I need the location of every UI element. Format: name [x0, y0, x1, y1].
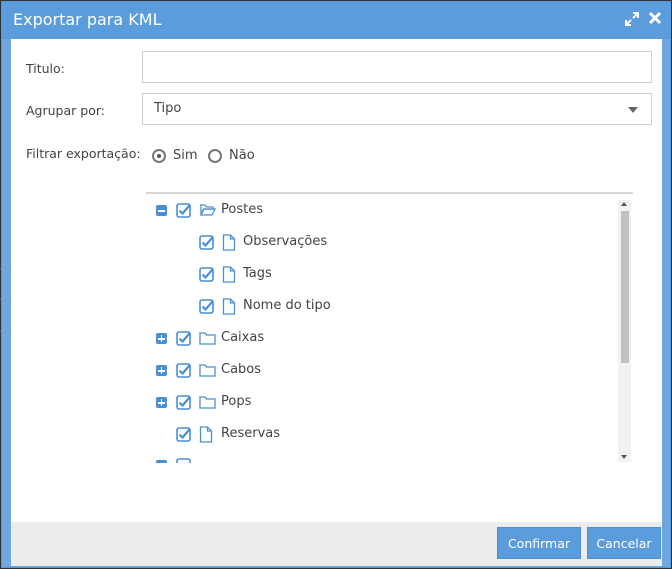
scroll-up-icon[interactable]	[621, 202, 627, 206]
expand-tree-icon[interactable]	[156, 365, 167, 376]
tree-node-observacoes[interactable]: Observações	[146, 232, 626, 252]
tree-scrollbar[interactable]	[618, 200, 631, 462]
checkbox-checked-icon[interactable]	[199, 299, 214, 314]
agrupar-select[interactable]: Tipo	[142, 93, 652, 125]
filtrar-label: Filtrar exportação:	[26, 146, 141, 161]
titulo-input[interactable]	[142, 51, 652, 83]
checkbox-checked-icon[interactable]	[199, 267, 214, 282]
close-icon[interactable]	[646, 11, 664, 29]
radio-sim-label: Sim	[173, 148, 198, 163]
tree-node-reservas[interactable]: Reservas	[146, 424, 626, 444]
tree-node-nome-do-tipo[interactable]: Nome do tipo	[146, 296, 626, 316]
expand-tree-icon[interactable]	[156, 333, 167, 344]
dialog-footer: Confirmar Cancelar	[11, 522, 662, 566]
export-tree: Postes Observações Tags Nome do tipo Cai…	[146, 192, 633, 463]
cancel-button[interactable]: Cancelar	[587, 527, 661, 559]
collapse-icon[interactable]	[156, 205, 167, 216]
agrupar-label: Agrupar por:	[26, 103, 105, 118]
tree-node-partial[interactable]	[146, 458, 626, 463]
confirm-button[interactable]: Confirmar	[497, 527, 581, 559]
tree-node-label: Tags	[243, 266, 272, 281]
tree-node-label: Postes	[221, 202, 263, 217]
titulo-label: Titulo:	[26, 61, 65, 76]
tree-node-label: Cabos	[221, 362, 262, 377]
tree-node-label: Nome do tipo	[243, 298, 331, 313]
expand-icon[interactable]	[623, 11, 641, 29]
export-kml-dialog: Exportar para KML Titulo: Agrupar por: T…	[1, 1, 671, 568]
tree-node-caixas[interactable]: Caixas	[146, 328, 626, 348]
file-icon	[222, 234, 238, 251]
folder-icon	[199, 362, 216, 378]
tree-node-label: Observações	[243, 234, 328, 249]
tree-node-pops[interactable]: Pops	[146, 392, 626, 412]
folder-icon	[199, 330, 216, 346]
checkbox-checked-icon[interactable]	[176, 427, 191, 442]
tree-node-label: Reservas	[221, 426, 280, 441]
file-icon	[222, 298, 238, 315]
radio-sim-indicator[interactable]	[152, 148, 166, 163]
file-icon	[222, 266, 238, 283]
radio-sim[interactable]: Sim	[152, 148, 198, 163]
radio-nao-label: Não	[229, 148, 255, 163]
checkbox-checked-icon[interactable]	[176, 395, 191, 410]
radio-nao[interactable]: Não	[208, 148, 255, 163]
file-icon	[199, 426, 215, 443]
checkbox-checked-icon[interactable]	[176, 458, 191, 463]
expand-tree-icon[interactable]	[156, 397, 167, 408]
checkbox-checked-icon[interactable]	[176, 331, 191, 346]
tree-node-postes[interactable]: Postes	[146, 200, 626, 220]
collapse-icon[interactable]	[156, 460, 167, 463]
tree-node-cabos[interactable]: Cabos	[146, 360, 626, 380]
agrupar-value: Tipo	[154, 101, 182, 116]
folder-icon	[199, 394, 216, 410]
checkbox-checked-icon[interactable]	[199, 235, 214, 250]
tree-node-tags[interactable]: Tags	[146, 264, 626, 284]
tree-node-label: Pops	[221, 394, 252, 409]
dialog-body: Titulo: Agrupar por: Tipo Filtrar export…	[11, 39, 662, 522]
checkbox-checked-icon[interactable]	[176, 203, 191, 218]
tree-node-label: Caixas	[221, 330, 265, 345]
scroll-thumb[interactable]	[621, 211, 629, 363]
chevron-down-icon	[628, 107, 638, 113]
dialog-title: Exportar para KML	[13, 10, 162, 29]
folder-open-icon	[199, 202, 217, 218]
dialog-titlebar: Exportar para KML	[2, 2, 670, 39]
scroll-down-icon[interactable]	[621, 455, 627, 459]
radio-nao-indicator[interactable]	[208, 148, 222, 163]
checkbox-checked-icon[interactable]	[176, 363, 191, 378]
